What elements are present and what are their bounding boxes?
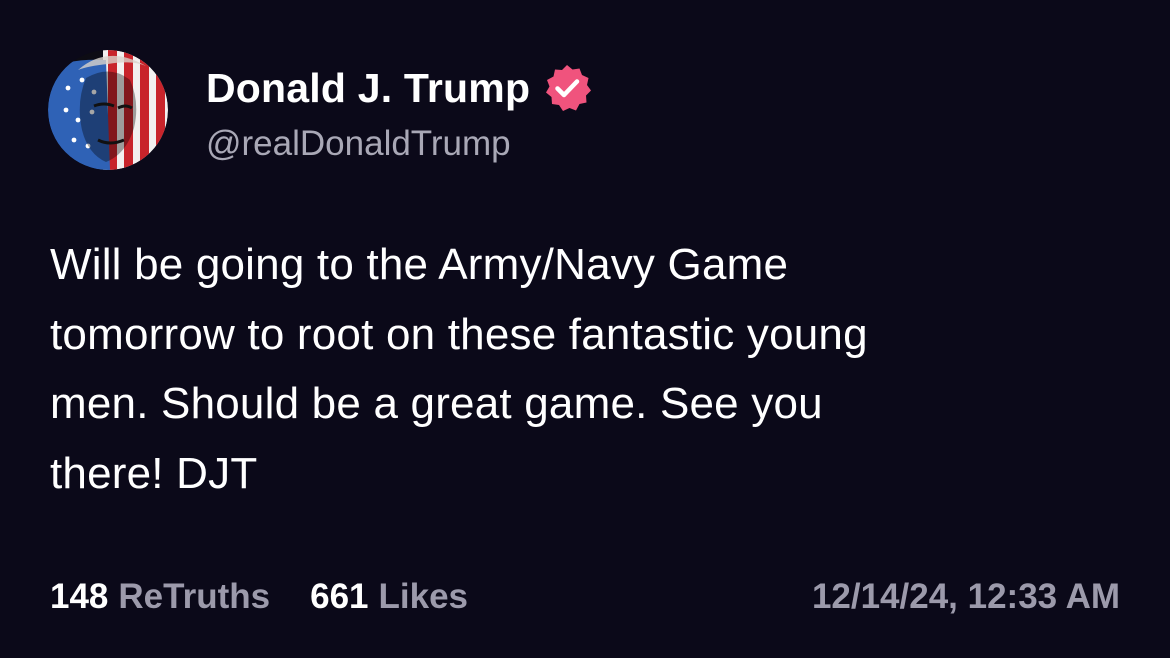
post-body: Will be going to the Army/Navy Game tomo… [50,230,1120,508]
author-display-name[interactable]: Donald J. Trump [206,65,530,112]
retruths-count: 148 [50,577,109,616]
flag-painted-face-avatar-icon [48,50,168,170]
post-text-line: tomorrow to root on these fantastic youn… [50,309,868,359]
post-timestamp[interactable]: 12/14/24, 12:33 AM [812,572,1120,622]
likes-stat[interactable]: 661 Likes [310,577,468,617]
post-text-line: men. Should be a great game. See you [50,379,823,428]
avatar[interactable] [48,50,168,170]
retruths-stat[interactable]: 148 ReTruths [50,577,270,617]
likes-count: 661 [310,577,369,616]
verified-badge-icon [542,63,592,113]
truth-post-card: Donald J. Trump @realDonaldTrump Will be… [0,0,1170,658]
author-name-row: Donald J. Trump [206,62,592,114]
retruths-label: ReTruths [118,577,271,616]
post-text-line: Will be going to the Army/Navy Game [50,240,789,289]
post-text-line: there! DJT [50,448,258,498]
author-handle[interactable]: @realDonaldTrump [206,124,511,164]
post-stats: 148 ReTruths 661 Likes [50,572,468,622]
likes-label: Likes [378,577,469,616]
